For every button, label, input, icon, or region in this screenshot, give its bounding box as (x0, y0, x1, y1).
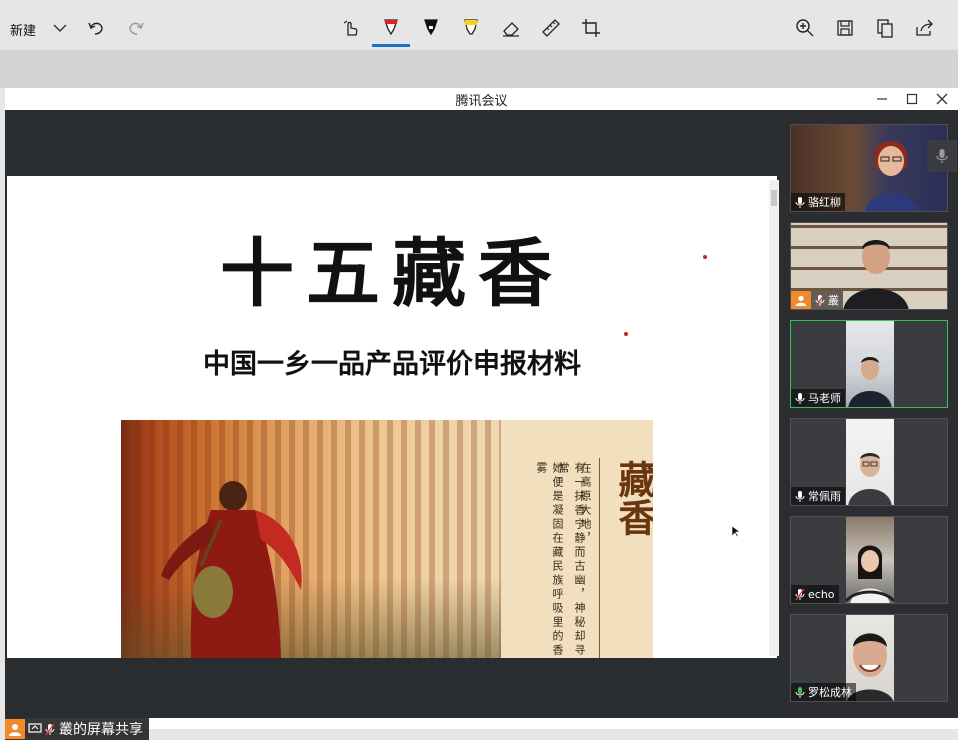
zoom-in-icon[interactable] (789, 12, 821, 44)
slide-scrollbar[interactable] (769, 180, 779, 656)
redo-icon[interactable] (120, 12, 152, 44)
participant-tile[interactable]: 马老师 (790, 320, 948, 408)
mic-icon (795, 490, 805, 502)
participants-panel: 骆红柳 叢 马老师 常佩雨 echo 罗松成林 (781, 110, 958, 718)
poem-heading: 藏香 (612, 460, 653, 536)
mic-muted-icon (815, 294, 825, 306)
shared-screen[interactable]: 十五藏香 中国一乡一品产品评价申报材料 藏香 在高原大地， 有一抹香宁静而古幽，… (5, 110, 781, 740)
save-icon[interactable] (829, 12, 861, 44)
sketch-toolbar: 新建 (0, 0, 958, 50)
participant-name: 罗松成林 (808, 686, 852, 699)
monk-corridor-image: 藏香 在高原大地， 有一抹香宁静而古幽，神秘却寻常 她便是凝固在藏民族呼吸里的香… (121, 420, 653, 658)
monk-figure (161, 481, 302, 658)
laser-dot (624, 332, 628, 336)
pencil-icon[interactable] (415, 12, 447, 44)
title-bar[interactable]: 腾讯会议 (5, 88, 958, 110)
ballpoint-pen-icon[interactable] (375, 12, 407, 44)
participant-name: 叢 (828, 294, 839, 307)
canvas-background (0, 50, 958, 88)
slide-subtitle: 中国一乡一品产品评价申报材料 (203, 349, 581, 380)
share-icon[interactable] (909, 12, 941, 44)
participant-silhouette (846, 545, 894, 603)
new-button[interactable]: 新建 (10, 20, 36, 39)
poem-divider (599, 458, 600, 658)
mic-muted-icon (795, 588, 805, 600)
participant-namebar: echo (791, 585, 839, 603)
laser-dot (703, 255, 707, 259)
user-avatar-icon (5, 719, 25, 739)
participant-name: echo (808, 587, 835, 601)
presentation-slide: 十五藏香 中国一乡一品产品评价申报材料 藏香 在高原大地， 有一抹香宁静而古幽，… (7, 176, 777, 658)
ruler-icon[interactable] (535, 12, 567, 44)
crop-icon[interactable] (575, 12, 607, 44)
active-tool-indicator (372, 44, 410, 47)
close-icon[interactable] (932, 89, 952, 109)
undo-icon[interactable] (80, 12, 112, 44)
mic-icon (795, 392, 805, 404)
participant-silhouette (843, 240, 909, 309)
participant-namebar: 常佩雨 (791, 487, 845, 505)
minimize-icon[interactable] (872, 89, 892, 109)
chevron-down-icon[interactable] (44, 12, 76, 44)
mouse-cursor-icon (732, 526, 740, 538)
participant-silhouette (865, 141, 919, 211)
mic-toggle-button[interactable] (927, 140, 957, 172)
slide-title: 十五藏香 (220, 231, 564, 317)
participant-name: 骆红柳 (808, 196, 841, 209)
window-title: 腾讯会议 (455, 94, 508, 109)
participant-namebar: 马老师 (791, 389, 845, 407)
user-avatar-icon (791, 291, 811, 309)
participant-tile[interactable]: 常佩雨 (790, 418, 948, 506)
mic-active-icon (795, 686, 805, 698)
participant-tile[interactable]: 叢 (790, 222, 948, 310)
copy-icon[interactable] (869, 12, 901, 44)
participant-tile[interactable]: 罗松成林 (790, 614, 948, 702)
poem-line: 她便是凝固在藏民族呼吸里的香雾 (535, 462, 564, 658)
participant-name: 常佩雨 (808, 490, 841, 503)
participant-name: 马老师 (808, 392, 841, 405)
screen-share-label: 叢的屏幕共享 (5, 718, 149, 740)
mic-icon (795, 196, 805, 208)
maximize-icon[interactable] (902, 89, 922, 109)
mic-muted-icon (45, 723, 55, 735)
participant-namebar: 罗松成林 (791, 683, 856, 701)
share-label-text: 叢的屏幕共享 (59, 722, 143, 738)
participant-tile[interactable]: 骆红柳 (790, 124, 948, 212)
eraser-icon[interactable] (495, 12, 527, 44)
participant-namebar: 叢 (791, 291, 843, 309)
highlighter-icon[interactable] (455, 12, 487, 44)
participant-silhouette (848, 357, 892, 407)
participant-silhouette (848, 453, 892, 505)
participant-tile[interactable]: echo (790, 516, 948, 604)
touch-writing-icon[interactable] (335, 12, 367, 44)
participant-namebar: 骆红柳 (791, 193, 845, 211)
screen-share-icon (28, 723, 42, 733)
meeting-window: 腾讯会议 十五藏香 中国一乡一品产品评价申报材料 藏香 在高原大地， 有一抹香宁… (5, 88, 958, 740)
